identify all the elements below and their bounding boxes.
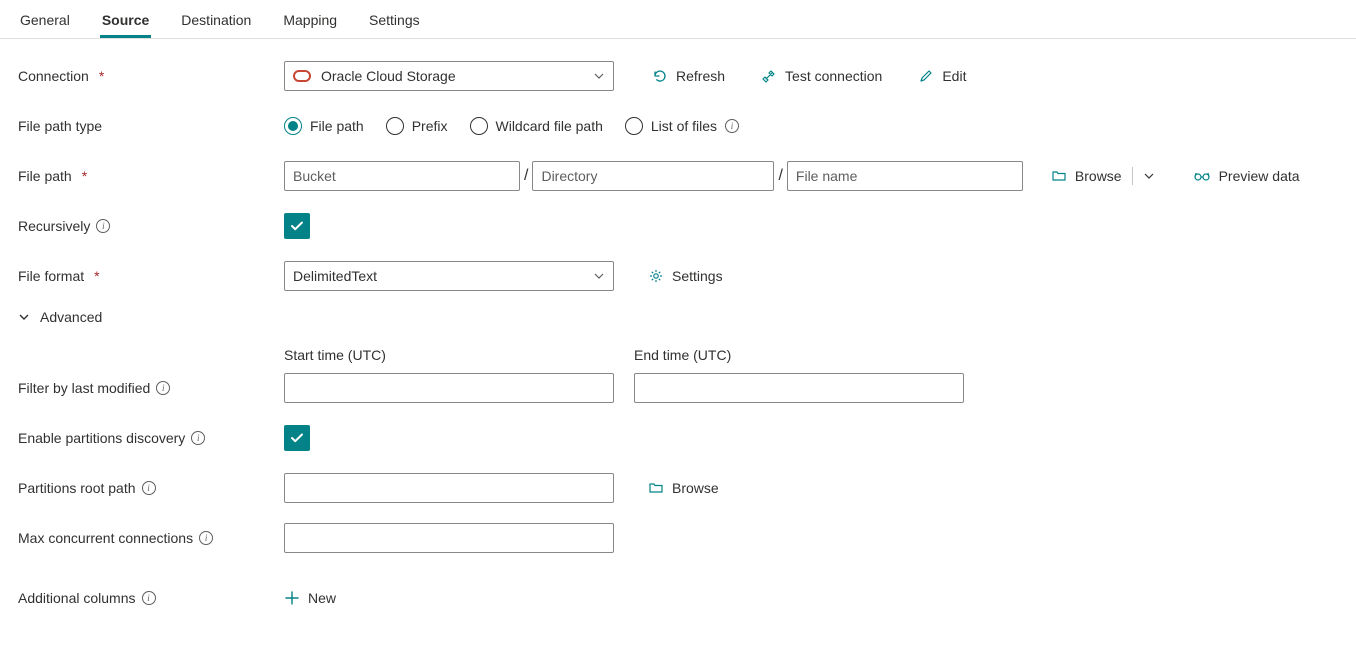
folder-icon — [648, 480, 664, 496]
directory-input[interactable] — [532, 161, 774, 191]
info-icon[interactable]: i — [156, 381, 170, 395]
tab-source[interactable]: Source — [100, 8, 151, 38]
folder-icon — [1051, 168, 1067, 184]
path-separator: / — [778, 167, 782, 185]
additional-columns-label: Additional columns i — [18, 590, 284, 606]
file-path-type-label: File path type — [18, 118, 284, 134]
connection-select[interactable]: Oracle Cloud Storage — [284, 61, 614, 91]
radio-wildcard[interactable]: Wildcard file path — [470, 117, 603, 135]
browse-chevron[interactable] — [1143, 170, 1155, 182]
bucket-input[interactable] — [284, 161, 520, 191]
file-format-select[interactable]: DelimitedText — [284, 261, 614, 291]
tab-settings[interactable]: Settings — [367, 8, 422, 38]
end-time-label: End time (UTC) — [634, 347, 964, 363]
filter-last-modified-label: Filter by last modified i — [18, 380, 284, 396]
refresh-icon — [652, 68, 668, 84]
info-icon[interactable]: i — [142, 591, 156, 605]
glasses-icon — [1193, 169, 1211, 183]
start-time-input[interactable] — [284, 373, 614, 403]
tab-destination[interactable]: Destination — [179, 8, 253, 38]
preview-data-button[interactable]: Preview data — [1193, 168, 1300, 184]
pencil-icon — [918, 68, 934, 84]
partitions-root-label: Partitions root path i — [18, 480, 284, 496]
info-icon[interactable]: i — [725, 119, 739, 133]
chevron-down-icon — [593, 270, 605, 282]
advanced-toggle[interactable]: Advanced — [18, 309, 102, 325]
partitions-root-input[interactable] — [284, 473, 614, 503]
info-icon[interactable]: i — [199, 531, 213, 545]
recursively-label: Recursively i — [18, 218, 284, 234]
recursively-checkbox[interactable] — [284, 213, 310, 239]
plus-icon — [284, 590, 300, 606]
file-path-label: File path* — [18, 168, 284, 184]
gear-icon — [648, 268, 664, 284]
partitions-browse-button[interactable]: Browse — [648, 480, 719, 496]
file-format-select-value: DelimitedText — [293, 268, 377, 284]
file-format-label: File format* — [18, 268, 284, 284]
info-icon[interactable]: i — [191, 431, 205, 445]
end-time-input[interactable] — [634, 373, 964, 403]
start-time-label: Start time (UTC) — [284, 347, 614, 363]
max-concurrent-input[interactable] — [284, 523, 614, 553]
chevron-down-icon — [18, 311, 30, 323]
new-column-button[interactable]: New — [284, 590, 336, 606]
max-concurrent-label: Max concurrent connections i — [18, 530, 284, 546]
plug-icon — [761, 68, 777, 84]
file-path-type-radiogroup: File path Prefix Wildcard file path List… — [284, 117, 739, 135]
tabs-bar: General Source Destination Mapping Setti… — [0, 0, 1356, 39]
tab-mapping[interactable]: Mapping — [281, 8, 339, 38]
form-area: Connection* Oracle Cloud Storage Refresh — [0, 39, 1356, 661]
info-icon[interactable]: i — [142, 481, 156, 495]
refresh-button[interactable]: Refresh — [652, 68, 725, 84]
info-icon[interactable]: i — [96, 219, 110, 233]
edit-button[interactable]: Edit — [918, 68, 966, 84]
test-connection-button[interactable]: Test connection — [761, 68, 882, 84]
oracle-icon — [293, 70, 311, 82]
chevron-down-icon — [593, 70, 605, 82]
enable-partitions-label: Enable partitions discovery i — [18, 430, 284, 446]
enable-partitions-checkbox[interactable] — [284, 425, 310, 451]
radio-prefix[interactable]: Prefix — [386, 117, 448, 135]
browse-button[interactable]: Browse — [1051, 168, 1122, 184]
path-separator: / — [524, 167, 528, 185]
separator — [1132, 167, 1133, 185]
radio-file-path[interactable]: File path — [284, 117, 364, 135]
connection-label: Connection* — [18, 68, 284, 84]
radio-list-of-files[interactable]: List of files i — [625, 117, 739, 135]
filename-input[interactable] — [787, 161, 1023, 191]
format-settings-button[interactable]: Settings — [648, 268, 723, 284]
tab-general[interactable]: General — [18, 8, 72, 38]
connection-select-value: Oracle Cloud Storage — [321, 68, 456, 84]
